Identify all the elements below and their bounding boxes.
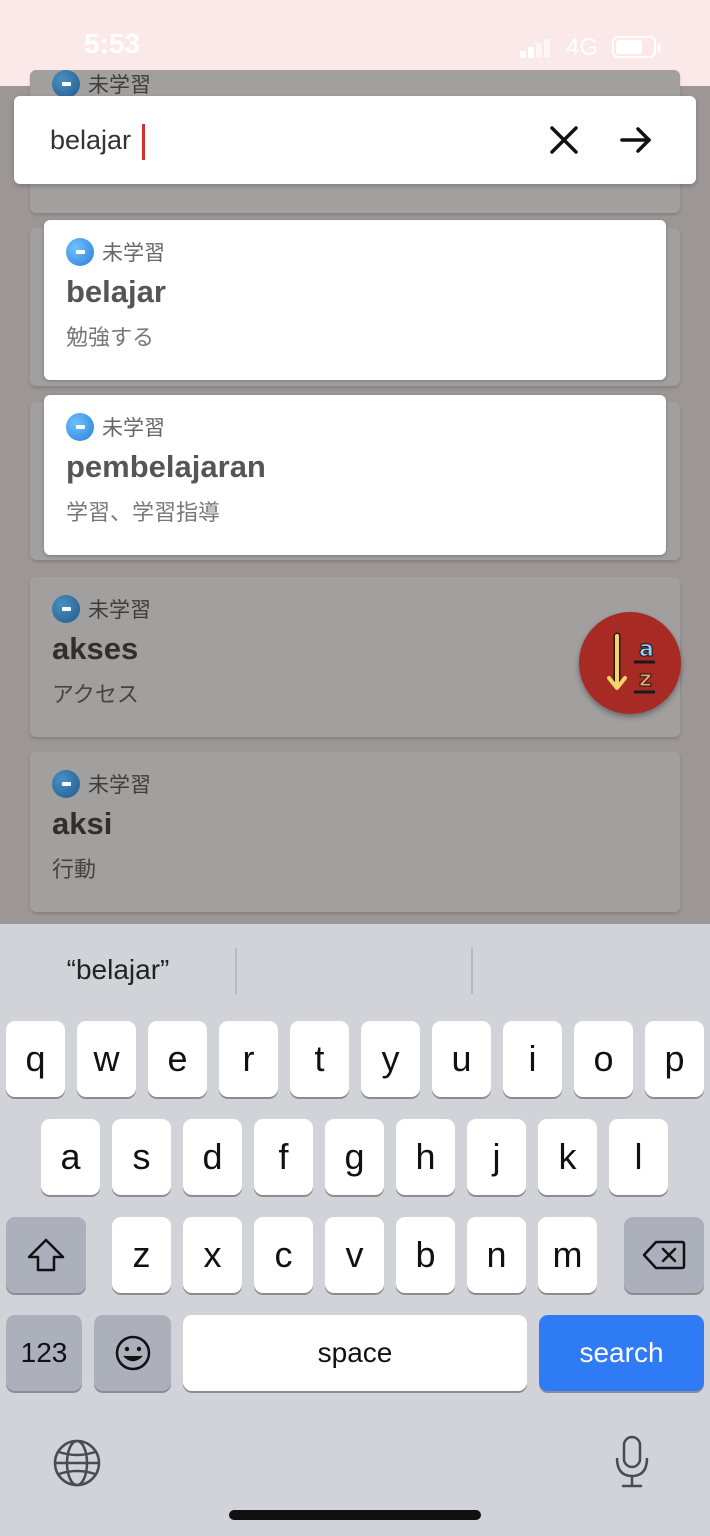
key[interactable]: t (290, 1021, 349, 1097)
key[interactable]: j (467, 1119, 526, 1195)
key[interactable]: f (254, 1119, 313, 1195)
key[interactable]: g (325, 1119, 384, 1195)
word-meaning: 学習、学習指導 (66, 501, 221, 526)
key[interactable]: y (361, 1021, 420, 1097)
unlearned-status-icon (52, 770, 80, 798)
sort-letter-a: a (639, 637, 654, 662)
list-item[interactable]: 未学習 aksi 行動 (30, 752, 680, 912)
key[interactable]: x (183, 1217, 242, 1293)
keyboard: “belajar” q w e r t y u i o p a s d f g … (0, 924, 710, 1536)
word-meaning: 行動 (52, 858, 97, 883)
word-meaning: 勉強する (66, 326, 155, 351)
text-cursor (142, 124, 145, 160)
key[interactable]: s (112, 1119, 171, 1195)
key[interactable]: e (148, 1021, 207, 1097)
microphone-icon[interactable] (612, 1434, 652, 1490)
list-item[interactable]: 未学習 belajar 勉強する (44, 220, 666, 380)
word-title: aksi (52, 806, 113, 841)
network-type: 4G (566, 34, 599, 61)
shift-icon (27, 1238, 65, 1272)
unlearned-status-icon (66, 413, 94, 441)
key[interactable]: v (325, 1217, 384, 1293)
signal-icon (520, 38, 550, 58)
sort-button[interactable]: a z (579, 612, 681, 714)
learning-status: 未学習 (88, 598, 151, 622)
list-item[interactable]: 未学習 pembelajaran 学習、学習指導 (44, 395, 666, 555)
key[interactable]: z (112, 1217, 171, 1293)
sort-letter-z: z (639, 667, 652, 692)
space-key[interactable]: space (183, 1315, 527, 1391)
search-key[interactable]: search (539, 1315, 704, 1391)
numbers-key[interactable]: 123 (6, 1315, 82, 1391)
key[interactable]: i (503, 1021, 562, 1097)
emoji-key[interactable] (94, 1315, 171, 1391)
key[interactable]: k (538, 1119, 597, 1195)
arrow-right-icon[interactable] (616, 120, 656, 160)
key[interactable]: m (538, 1217, 597, 1293)
backspace-key[interactable] (624, 1217, 704, 1293)
key[interactable]: a (41, 1119, 100, 1195)
key[interactable]: d (183, 1119, 242, 1195)
key[interactable]: p (645, 1021, 704, 1097)
learning-status: 未学習 (88, 73, 151, 97)
search-bar (14, 96, 696, 184)
unlearned-status-icon (52, 595, 80, 623)
globe-icon[interactable] (52, 1438, 102, 1488)
key[interactable]: o (574, 1021, 633, 1097)
key[interactable]: c (254, 1217, 313, 1293)
word-meaning: アクセス (52, 683, 139, 708)
key[interactable]: b (396, 1217, 455, 1293)
key[interactable]: r (219, 1021, 278, 1097)
key[interactable]: q (6, 1021, 65, 1097)
key[interactable]: u (432, 1021, 491, 1097)
key[interactable]: w (77, 1021, 136, 1097)
unlearned-status-icon (66, 238, 94, 266)
learning-status: 未学習 (88, 773, 151, 797)
learning-status: 未学習 (102, 241, 165, 265)
home-indicator[interactable] (229, 1510, 481, 1520)
key[interactable]: h (396, 1119, 455, 1195)
word-title: akses (52, 631, 139, 666)
close-icon[interactable] (544, 120, 584, 160)
battery-icon (612, 36, 661, 58)
emoji-icon (115, 1335, 150, 1371)
word-title: pembelajaran (66, 449, 266, 484)
search-input[interactable] (50, 118, 490, 162)
key[interactable]: n (467, 1217, 526, 1293)
word-title: belajar (66, 274, 166, 309)
learning-status: 未学習 (102, 416, 165, 440)
status-time: 5:53 (84, 28, 141, 59)
sort-a-z-icon: a z (607, 632, 655, 694)
key[interactable]: l (609, 1119, 668, 1195)
backspace-icon (642, 1240, 686, 1270)
keyboard-suggestion[interactable]: “belajar” (0, 946, 236, 994)
shift-key[interactable] (6, 1217, 86, 1293)
unlearned-status-icon (52, 70, 80, 98)
